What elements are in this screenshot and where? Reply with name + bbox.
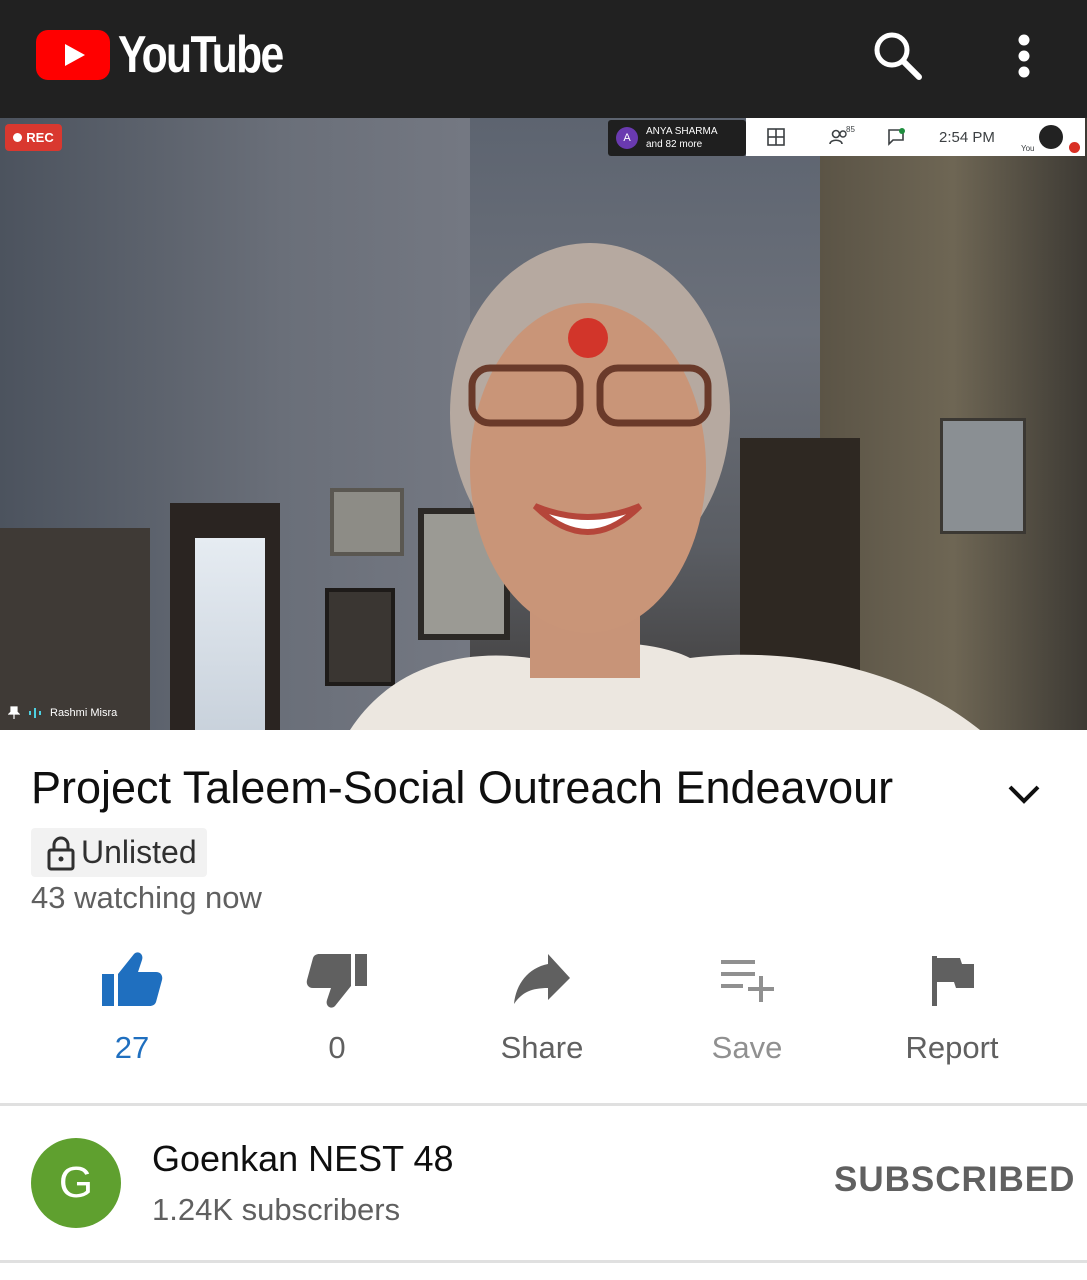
- flag-icon: [932, 956, 974, 1006]
- participant-others: and 82 more: [646, 139, 703, 150]
- divider: [0, 1103, 1087, 1106]
- speaker-name: Rashmi Misra: [50, 707, 118, 719]
- share-button[interactable]: Share: [452, 950, 632, 1080]
- participant-count: 85: [846, 125, 855, 134]
- chevron-down-icon[interactable]: [1000, 770, 1048, 818]
- youtube-play-icon: [36, 30, 110, 80]
- like-button[interactable]: 27: [42, 950, 222, 1080]
- privacy-badge: Unlisted: [31, 828, 207, 877]
- privacy-label: Unlisted: [81, 834, 197, 870]
- grid-layout-icon: [767, 128, 785, 146]
- channel-name[interactable]: Goenkan NEST 48: [152, 1138, 454, 1180]
- lock-icon: [47, 836, 75, 870]
- speaker-label: Rashmi Misra: [8, 706, 117, 720]
- video-shelf: [0, 528, 150, 730]
- playlist-add-icon: [721, 960, 774, 1002]
- divider: [0, 1260, 1087, 1263]
- channel-avatar[interactable]: G: [31, 1138, 121, 1228]
- live-viewer-count: 43 watching now: [31, 880, 262, 915]
- youtube-logo[interactable]: YouTube: [36, 26, 319, 84]
- recording-label: REC: [26, 130, 54, 145]
- meeting-toolbar: 85 2:54 PM You: [746, 118, 1085, 156]
- search-icon[interactable]: [870, 28, 926, 84]
- record-dot-icon: [13, 133, 23, 142]
- app-header: YouTube: [0, 0, 1087, 118]
- video-window-light: [195, 538, 265, 730]
- save-label: Save: [711, 1030, 783, 1065]
- self-label: You: [1021, 144, 1035, 153]
- report-button[interactable]: Report: [862, 950, 1042, 1080]
- thumbs-down-icon: [306, 954, 367, 1008]
- chat-icon: [888, 128, 905, 146]
- thumbs-up-icon: [102, 952, 163, 1006]
- mic-muted-icon: [1069, 142, 1080, 153]
- self-camera-thumbnail: [1039, 125, 1063, 149]
- dislike-count: 0: [328, 1030, 346, 1065]
- meeting-clock: 2:54 PM: [939, 129, 995, 146]
- dislike-button[interactable]: 0: [247, 950, 427, 1080]
- youtube-wordmark: YouTube: [118, 26, 284, 84]
- subscribe-button[interactable]: SUBSCRIBED: [834, 1160, 1075, 1200]
- subscriber-count: 1.24K subscribers: [152, 1192, 401, 1227]
- video-title[interactable]: Project Taleem-Social Outreach Endeavour: [31, 762, 971, 814]
- share-label: Share: [500, 1030, 584, 1065]
- like-count: 27: [114, 1030, 150, 1065]
- more-vertical-icon[interactable]: [996, 28, 1052, 84]
- report-label: Report: [905, 1030, 999, 1065]
- save-button[interactable]: Save: [657, 950, 837, 1080]
- participant-names: ANYA SHARMA and 82 more: [646, 125, 718, 151]
- pin-icon: [8, 706, 20, 719]
- recording-badge: REC: [5, 124, 62, 151]
- participant-notification: A ANYA SHARMA and 82 more: [608, 120, 746, 156]
- video-player[interactable]: REC A ANYA SHARMA and 82 more 85 2:54 PM…: [0, 118, 1087, 730]
- share-icon: [514, 954, 570, 1004]
- audio-level-icon: [29, 708, 41, 718]
- participant-name: ANYA SHARMA: [646, 126, 718, 137]
- speaker-figure: [350, 243, 980, 730]
- participant-avatar: A: [616, 127, 638, 149]
